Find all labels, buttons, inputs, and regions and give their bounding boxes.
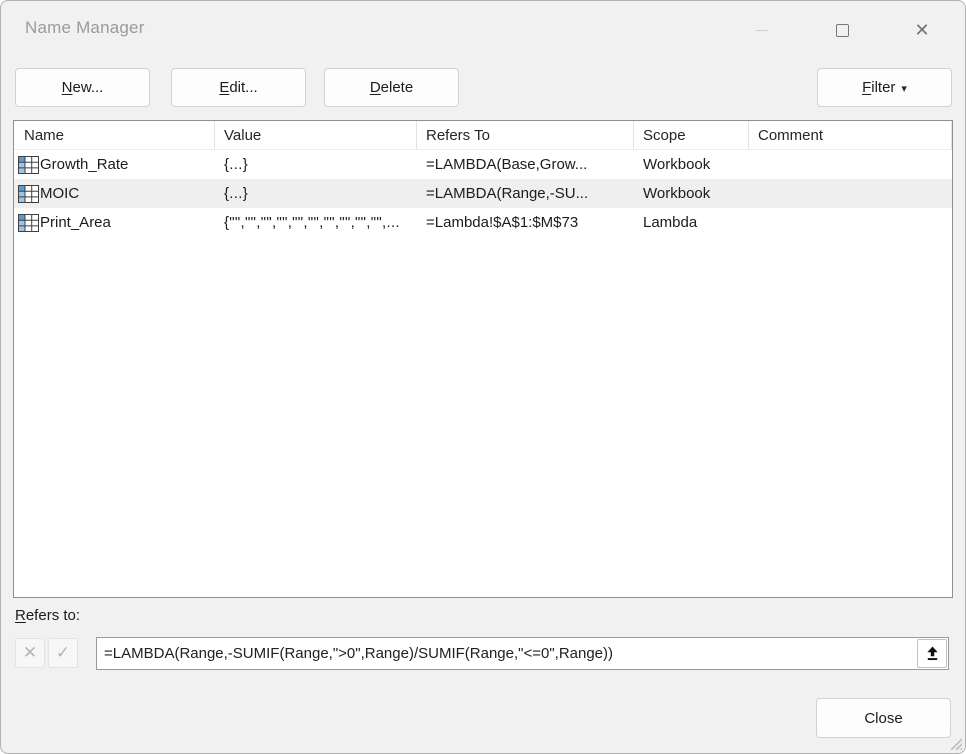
name-cell: MOIC [40,185,79,202]
defined-name-icon [18,185,39,203]
table-header-row: Name Value Refers To Scope Comment [14,121,952,150]
cancel-x-icon: ✕ [23,643,37,663]
refers-to-cell: =LAMBDA(Range,-SU... [417,185,634,202]
cancel-formula-button[interactable]: ✕ [15,638,45,668]
delete-button-label: Delete [370,79,413,96]
column-header-scope[interactable]: Scope [634,121,749,149]
edit-button-label: Edit... [219,79,257,96]
delete-button[interactable]: Delete [324,68,459,107]
refers-to-input[interactable] [96,637,949,670]
collapse-dialog-button[interactable] [917,639,947,668]
scope-cell: Workbook [634,185,749,202]
collapse-dialog-icon [925,646,940,661]
new-button[interactable]: New... [15,68,150,107]
name-cell: Print_Area [40,214,111,231]
title-bar: Name Manager ✕ [1,1,965,57]
column-header-name[interactable]: Name [14,121,215,149]
close-icon: ✕ [914,21,929,39]
name-cell: Growth_Rate [40,156,128,173]
defined-name-icon [18,156,39,174]
chevron-down-icon: ▾ [901,82,907,95]
checkmark-icon: ✓ [56,643,70,663]
scope-cell: Workbook [634,156,749,173]
table-row-print-area[interactable]: Print_Area {"","","","","","","","","","… [14,208,952,237]
names-table: Name Value Refers To Scope Comment Growt… [13,120,953,598]
minimize-button[interactable] [747,15,777,45]
new-button-label: New... [62,79,104,96]
refers-to-field-group [96,637,949,670]
filter-button[interactable]: Filter ▾ [817,68,952,107]
value-cell: {"","","","","","","","","","",... [215,214,417,231]
filter-button-label: Filter [862,79,895,96]
commit-formula-button[interactable]: ✓ [48,638,78,668]
resize-grip[interactable] [947,735,962,750]
value-cell: {...} [215,156,417,173]
column-header-refers-to[interactable]: Refers To [417,121,634,149]
scope-cell: Lambda [634,214,749,231]
table-row-moic[interactable]: MOIC {...} =LAMBDA(Range,-SU... Workbook [14,179,952,208]
maximize-button[interactable] [827,15,857,45]
refers-to-label: Refers to: [15,607,80,624]
refers-to-cell: =LAMBDA(Base,Grow... [417,156,634,173]
dialog-title: Name Manager [25,18,145,38]
column-header-value[interactable]: Value [215,121,417,149]
name-manager-dialog: Name Manager ✕ New... Edit... Delete Fil… [0,0,966,754]
maximize-icon [836,24,849,37]
column-header-comment[interactable]: Comment [749,121,952,149]
minimize-icon [756,30,768,31]
refers-to-cell: =Lambda!$A$1:$M$73 [417,214,634,231]
close-window-button[interactable]: ✕ [907,15,937,45]
value-cell: {...} [215,185,417,202]
window-controls: ✕ [747,15,937,45]
table-row-growth-rate[interactable]: Growth_Rate {...} =LAMBDA(Base,Grow... W… [14,150,952,179]
edit-button[interactable]: Edit... [171,68,306,107]
close-button[interactable]: Close [816,698,951,738]
defined-name-icon [18,214,39,232]
close-button-label: Close [864,710,902,727]
